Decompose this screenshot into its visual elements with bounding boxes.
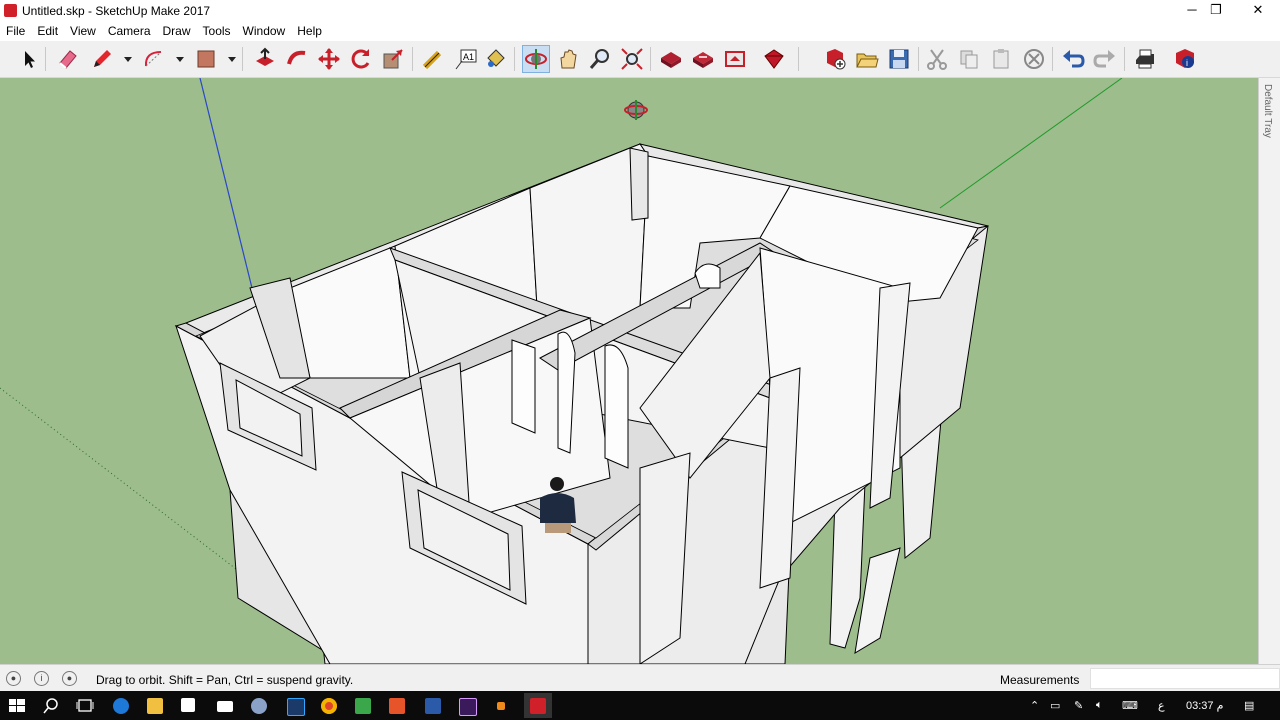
zoom-tool-icon[interactable] bbox=[587, 46, 613, 72]
keyboard-icon[interactable]: ⌨︎ bbox=[1122, 699, 1138, 712]
copy-icon[interactable] bbox=[956, 46, 982, 72]
app-icon-1[interactable] bbox=[248, 695, 270, 717]
text-tool-icon[interactable]: A1 bbox=[453, 46, 479, 72]
show-hidden-icons-icon[interactable]: ⌃ bbox=[1030, 699, 1039, 712]
menu-bar: File Edit View Camera Draw Tools Window Help bbox=[0, 22, 1280, 40]
new-file-icon[interactable] bbox=[822, 46, 848, 72]
pan-tool-icon[interactable] bbox=[555, 46, 581, 72]
default-tray[interactable] bbox=[1258, 78, 1280, 664]
search-icon[interactable] bbox=[40, 695, 62, 717]
svg-text:A1: A1 bbox=[463, 52, 474, 62]
pencil-dropdown-icon[interactable] bbox=[115, 46, 132, 72]
paint-bucket-tool-icon[interactable] bbox=[482, 46, 508, 72]
close-button[interactable]: ✕ bbox=[1236, 0, 1280, 22]
menu-window[interactable]: Window bbox=[237, 22, 292, 38]
building-model[interactable] bbox=[0, 78, 1258, 664]
action-icon[interactable]: ✎ bbox=[1074, 699, 1083, 712]
info-icon[interactable]: i bbox=[34, 671, 49, 686]
status-bar: ● i ● Drag to orbit. Shift = Pan, Ctrl =… bbox=[0, 664, 1280, 692]
input-language[interactable]: ع bbox=[1158, 699, 1165, 712]
print-icon[interactable] bbox=[1132, 46, 1158, 72]
redo-icon[interactable] bbox=[1092, 46, 1118, 72]
model-viewport[interactable] bbox=[0, 78, 1258, 664]
open-file-icon[interactable] bbox=[854, 46, 880, 72]
windows-start-icon[interactable] bbox=[6, 695, 28, 717]
rectangle-tool-icon[interactable] bbox=[193, 46, 219, 72]
menu-view[interactable]: View bbox=[64, 22, 102, 38]
windows-taskbar: ⌃ ▭ ✎ 🔈︎ ⌨︎ ع 03:37 م ▤ bbox=[0, 691, 1280, 720]
notifications-icon[interactable]: ▤ bbox=[1244, 699, 1254, 712]
model-info-icon[interactable]: i bbox=[1172, 46, 1198, 72]
menu-camera[interactable]: Camera bbox=[102, 22, 157, 38]
tape-measure-tool-icon[interactable] bbox=[420, 46, 446, 72]
menu-help[interactable]: Help bbox=[291, 22, 328, 38]
move-tool-icon[interactable] bbox=[316, 46, 342, 72]
scale-tool-icon[interactable] bbox=[380, 46, 406, 72]
volume-icon[interactable]: 🔈︎ bbox=[1096, 699, 1103, 712]
rotate-tool-icon[interactable] bbox=[348, 46, 374, 72]
follow-me-tool-icon[interactable] bbox=[284, 46, 310, 72]
restore-button[interactable]: ❐ bbox=[1194, 0, 1238, 22]
geo-location-icon[interactable]: ● bbox=[6, 671, 21, 686]
extension-warehouse-icon[interactable] bbox=[761, 46, 787, 72]
app-icon-3[interactable] bbox=[490, 695, 512, 717]
get-models-icon[interactable] bbox=[722, 46, 748, 72]
orbit-tool-icon[interactable] bbox=[522, 45, 550, 73]
green-axis bbox=[939, 78, 1123, 209]
measurements-input[interactable] bbox=[1090, 668, 1280, 689]
arc-dropdown-icon[interactable] bbox=[167, 46, 184, 72]
arc-tool-icon[interactable] bbox=[141, 46, 167, 72]
window-title: Untitled.skp - SketchUp Make 2017 bbox=[22, 4, 211, 18]
sketchup-app-icon bbox=[4, 4, 17, 17]
menu-tools[interactable]: Tools bbox=[197, 22, 237, 38]
task-view-icon[interactable] bbox=[74, 695, 96, 717]
photoshop-icon[interactable] bbox=[284, 695, 306, 717]
main-toolbar: A1 i bbox=[0, 41, 1280, 78]
blue-axis bbox=[199, 78, 253, 289]
svg-text:i: i bbox=[1186, 58, 1188, 68]
camtasia-icon[interactable] bbox=[352, 695, 374, 717]
premiere-icon[interactable] bbox=[456, 695, 478, 717]
status-hint: Drag to orbit. Shift = Pan, Ctrl = suspe… bbox=[96, 673, 354, 687]
app-icon-2[interactable] bbox=[386, 695, 408, 717]
sketchup-taskbar-icon[interactable] bbox=[524, 693, 552, 718]
menu-edit[interactable]: Edit bbox=[31, 22, 64, 38]
push-pull-tool-icon[interactable] bbox=[252, 46, 278, 72]
menu-draw[interactable]: Draw bbox=[157, 22, 197, 38]
network-icon[interactable]: ▭ bbox=[1050, 699, 1060, 712]
menu-file[interactable]: File bbox=[0, 22, 31, 38]
eraser-tool-icon[interactable] bbox=[55, 46, 81, 72]
chrome-icon[interactable] bbox=[318, 695, 340, 717]
share-model-icon[interactable] bbox=[690, 46, 716, 72]
zoom-extents-tool-icon[interactable] bbox=[619, 46, 645, 72]
cut-icon[interactable] bbox=[924, 46, 950, 72]
file-explorer-icon[interactable] bbox=[144, 695, 166, 717]
default-tray-label[interactable]: Default Tray bbox=[1262, 84, 1273, 138]
orbit-cursor-icon bbox=[624, 100, 648, 120]
select-tool-icon[interactable] bbox=[16, 46, 42, 72]
clock[interactable]: 03:37 م bbox=[1186, 699, 1223, 712]
title-bar: Untitled.skp - SketchUp Make 2017 ─ ❐ ✕ bbox=[0, 0, 1280, 22]
mail-icon[interactable] bbox=[214, 695, 236, 717]
pencil-tool-icon[interactable] bbox=[89, 46, 115, 72]
paste-icon[interactable] bbox=[988, 46, 1014, 72]
store-icon[interactable] bbox=[178, 695, 200, 717]
visio-icon[interactable] bbox=[422, 695, 444, 717]
rectangle-dropdown-icon[interactable] bbox=[219, 46, 236, 72]
account-icon[interactable]: ● bbox=[62, 671, 77, 686]
save-file-icon[interactable] bbox=[886, 46, 912, 72]
undo-icon[interactable] bbox=[1060, 46, 1086, 72]
edge-browser-icon[interactable] bbox=[110, 695, 132, 717]
3d-warehouse-icon[interactable] bbox=[658, 46, 684, 72]
measurements-label: Measurements bbox=[1000, 673, 1080, 687]
erase-selection-icon[interactable] bbox=[1021, 46, 1047, 72]
